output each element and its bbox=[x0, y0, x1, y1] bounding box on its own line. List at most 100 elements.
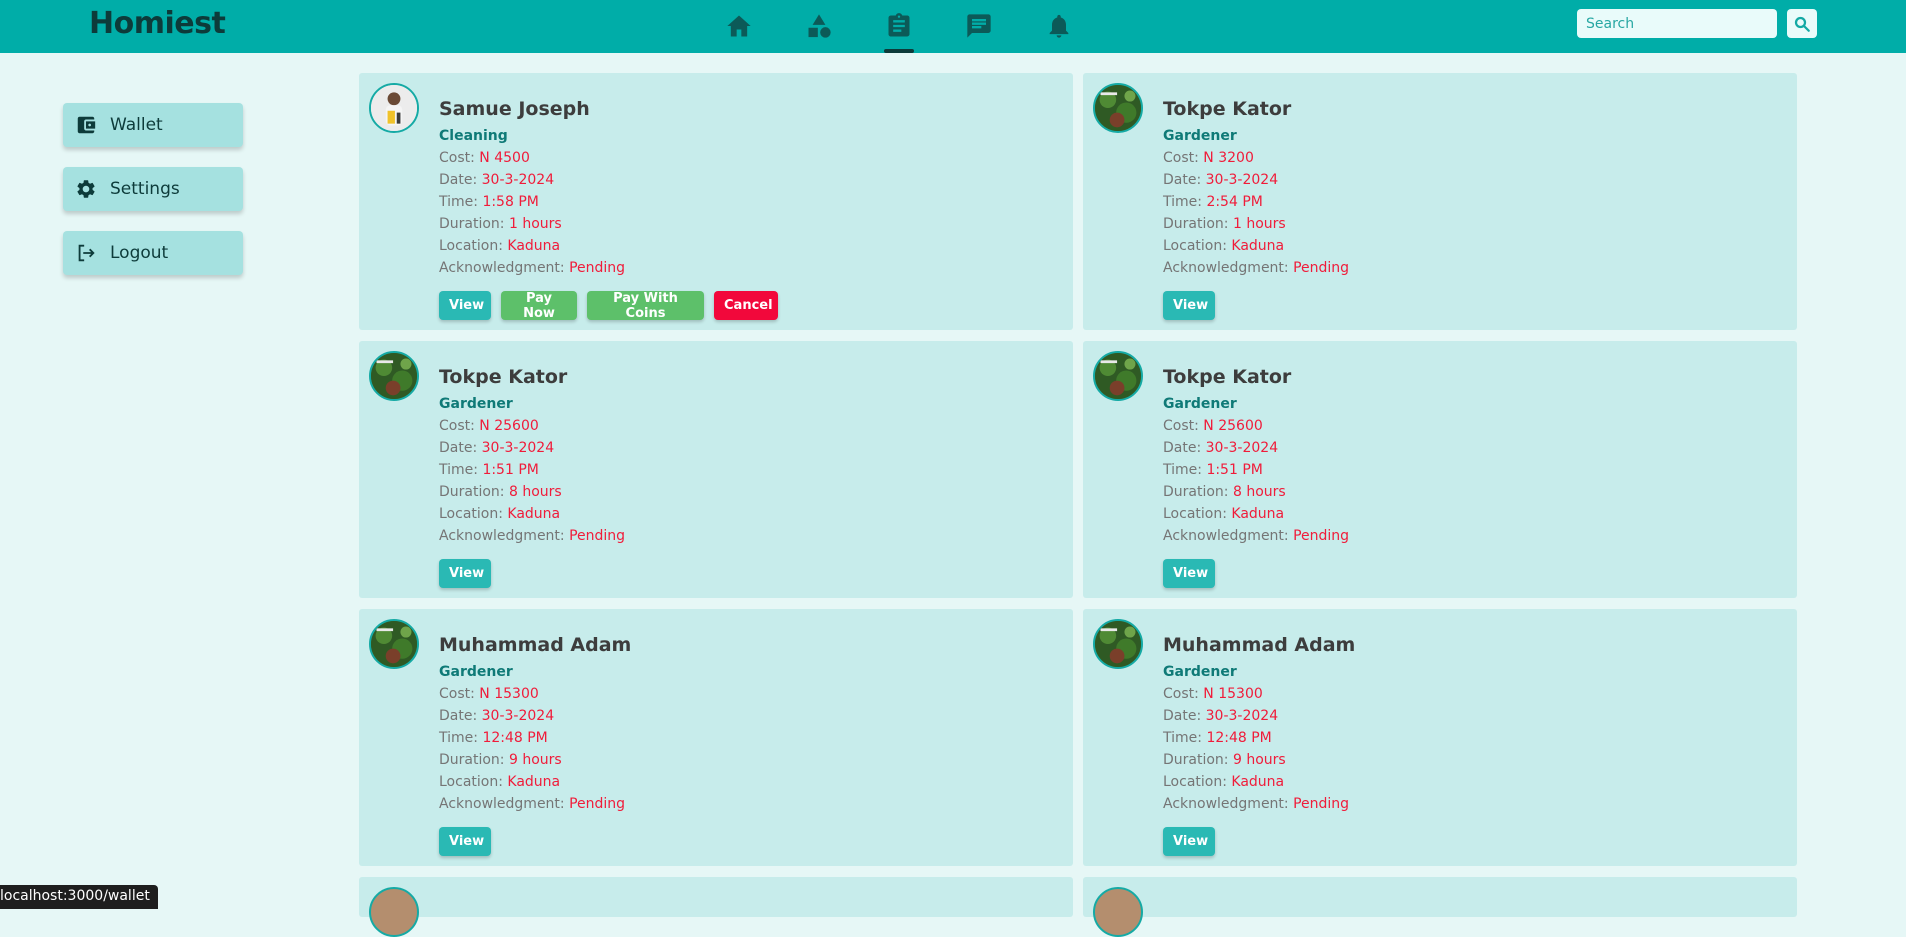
time-value: 12:48 PM bbox=[482, 730, 548, 746]
location-value: Kaduna bbox=[507, 774, 561, 790]
service-category: Cleaning bbox=[439, 128, 508, 144]
date-label: Date: bbox=[1163, 708, 1206, 724]
date-value: 30-3-2024 bbox=[1205, 440, 1279, 456]
booking-time-line: Time: 1:51 PM bbox=[439, 462, 539, 478]
date-value: 30-3-2024 bbox=[481, 172, 555, 188]
time-label: Time: bbox=[1163, 730, 1207, 746]
booking-time-line: Time: 1:58 PM bbox=[439, 194, 539, 210]
booking-location-line: Location: Kaduna bbox=[439, 238, 560, 254]
date-value: 30-3-2024 bbox=[481, 708, 555, 724]
cost-label: Cost: bbox=[439, 686, 480, 702]
view-button[interactable]: View bbox=[1163, 291, 1215, 320]
booking-cost-line: Cost: N 15300 bbox=[1163, 686, 1263, 702]
cost-value: N 25600 bbox=[479, 418, 539, 434]
provider-name: Samue Joseph bbox=[439, 98, 590, 120]
location-label: Location: bbox=[439, 774, 508, 790]
duration-label: Duration: bbox=[1163, 752, 1233, 768]
booking-card: Muhammad Adam Gardener Cost: N 15300 Date: … bbox=[1083, 609, 1797, 866]
bell-icon[interactable] bbox=[1042, 9, 1076, 43]
sidebar-item-label: Wallet bbox=[110, 115, 163, 135]
message-icon[interactable] bbox=[962, 9, 996, 43]
cost-value: N 15300 bbox=[1203, 686, 1263, 702]
provider-name: Tokpe Kator bbox=[439, 366, 568, 388]
avatar bbox=[369, 619, 419, 669]
booking-date-line: Date: 30-3-2024 bbox=[1163, 172, 1278, 188]
cost-value: N 3200 bbox=[1203, 150, 1254, 166]
view-button[interactable]: View bbox=[439, 291, 491, 320]
shapes-icon[interactable] bbox=[802, 9, 836, 43]
ack-label: Acknowledgment: bbox=[1163, 260, 1294, 276]
clipboard-icon[interactable] bbox=[882, 9, 916, 43]
duration-value: 8 hours bbox=[508, 484, 562, 500]
provider-name: Muhammad Adam bbox=[439, 634, 632, 656]
pay-with-coins-button[interactable]: Pay With Coins bbox=[587, 291, 704, 321]
time-value: 1:51 PM bbox=[482, 462, 539, 478]
booking-cost-line: Cost: N 3200 bbox=[1163, 150, 1254, 166]
booking-time-line: Time: 2:54 PM bbox=[1163, 194, 1263, 210]
provider-name: Tokpe Kator bbox=[1163, 98, 1292, 120]
top-navbar: Homiest bbox=[0, 0, 1906, 53]
time-label: Time: bbox=[1163, 194, 1207, 210]
home-icon[interactable] bbox=[722, 9, 756, 43]
booking-card: Muhammad Adam Gardener Cost: N 15300 Date: … bbox=[359, 609, 1073, 866]
booking-duration-line: Duration: 8 hours bbox=[439, 484, 562, 500]
sidebar-item-wallet[interactable]: Wallet bbox=[63, 103, 243, 147]
booking-location-line: Location: Kaduna bbox=[439, 506, 560, 522]
sidebar-item-settings[interactable]: Settings bbox=[63, 167, 243, 211]
date-label: Date: bbox=[1163, 440, 1206, 456]
avatar bbox=[1093, 619, 1143, 669]
view-button[interactable]: View bbox=[1163, 559, 1215, 588]
date-label: Date: bbox=[1163, 172, 1206, 188]
time-label: Time: bbox=[1163, 462, 1207, 478]
booking-card: Tokpe Kator Gardener Cost: N 25600 Date: 30… bbox=[359, 341, 1073, 598]
booking-location-line: Location: Kaduna bbox=[1163, 238, 1284, 254]
duration-value: 9 hours bbox=[508, 752, 562, 768]
booking-date-line: Date: 30-3-2024 bbox=[1163, 708, 1278, 724]
booking-duration-line: Duration: 1 hours bbox=[1163, 216, 1286, 232]
cancel-button[interactable]: Cancel bbox=[714, 291, 778, 320]
time-label: Time: bbox=[439, 730, 483, 746]
cost-label: Cost: bbox=[1163, 418, 1204, 434]
booking-ack-line: Acknowledgment: Pending bbox=[1163, 796, 1349, 812]
provider-name: Muhammad Adam bbox=[1163, 634, 1356, 656]
booking-location-line: Location: Kaduna bbox=[1163, 774, 1284, 790]
booking-duration-line: Duration: 9 hours bbox=[1163, 752, 1286, 768]
sidebar-item-logout[interactable]: Logout bbox=[63, 231, 243, 275]
booking-cost-line: Cost: N 25600 bbox=[439, 418, 539, 434]
booking-card: Tokpe Kator Gardener Cost: N 25600 Date: 30… bbox=[1083, 341, 1797, 598]
booking-location-line: Location: Kaduna bbox=[1163, 506, 1284, 522]
duration-label: Duration: bbox=[1163, 216, 1233, 232]
avatar bbox=[369, 887, 419, 937]
ack-label: Acknowledgment: bbox=[439, 260, 570, 276]
ack-value: Pending bbox=[1293, 796, 1350, 812]
booking-ack-line: Acknowledgment: Pending bbox=[439, 796, 625, 812]
location-label: Location: bbox=[439, 506, 508, 522]
booking-date-line: Date: 30-3-2024 bbox=[439, 172, 554, 188]
time-value: 1:58 PM bbox=[482, 194, 539, 210]
logout-icon bbox=[78, 244, 95, 262]
cost-label: Cost: bbox=[439, 150, 480, 166]
avatar bbox=[1093, 83, 1143, 133]
booking-date-line: Date: 30-3-2024 bbox=[439, 708, 554, 724]
location-value: Kaduna bbox=[507, 238, 561, 254]
ack-value: Pending bbox=[1293, 528, 1350, 544]
booking-date-line: Date: 30-3-2024 bbox=[1163, 440, 1278, 456]
view-button[interactable]: View bbox=[1163, 827, 1215, 856]
date-label: Date: bbox=[439, 708, 482, 724]
time-label: Time: bbox=[439, 194, 483, 210]
duration-value: 1 hours bbox=[1232, 216, 1286, 232]
date-label: Date: bbox=[439, 440, 482, 456]
time-value: 1:51 PM bbox=[1206, 462, 1263, 478]
booking-cost-line: Cost: N 15300 bbox=[439, 686, 539, 702]
cost-label: Cost: bbox=[439, 418, 480, 434]
booking-card: Samue Joseph Cleaning Cost: N 4500 Date: 30… bbox=[359, 73, 1073, 330]
view-button[interactable]: View bbox=[439, 827, 491, 856]
view-button[interactable]: View bbox=[439, 559, 491, 588]
pay-now-button[interactable]: Pay Now bbox=[501, 291, 577, 321]
app-logo[interactable]: Homiest bbox=[89, 6, 226, 41]
date-value: 30-3-2024 bbox=[481, 440, 555, 456]
search-input[interactable] bbox=[1577, 9, 1777, 38]
booking-card-partial bbox=[359, 877, 1073, 937]
booking-location-line: Location: Kaduna bbox=[439, 774, 560, 790]
search-button[interactable] bbox=[1787, 9, 1817, 38]
